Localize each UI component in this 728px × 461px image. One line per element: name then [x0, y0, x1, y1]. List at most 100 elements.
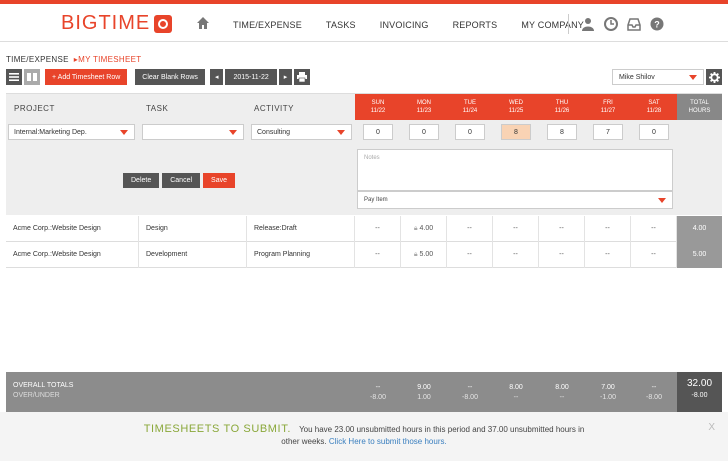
date-picker[interactable]: 2015-11-22: [225, 69, 277, 85]
hours-input-thu[interactable]: 8: [547, 124, 577, 140]
home-icon[interactable]: [196, 16, 210, 30]
row-hours-thu[interactable]: --: [539, 216, 585, 242]
gear-icon[interactable]: [706, 69, 722, 85]
total-value: --: [651, 384, 657, 391]
user-select-value: Mike Shilov: [619, 73, 655, 81]
table-row[interactable]: Acme Corp.:Website Design Design Release…: [6, 216, 722, 242]
svg-text:?: ?: [654, 20, 660, 30]
row-activity: Release:Draft: [247, 216, 355, 242]
total-fri: 7.00 -1.00: [585, 383, 631, 403]
header-project[interactable]: PROJECT: [14, 104, 55, 113]
row-project: Acme Corp.:Website Design: [6, 242, 139, 268]
project-select[interactable]: Internal:Marketing Dep.: [8, 124, 135, 140]
totals-label: OVERALL TOTALS OVER/UNDER: [13, 381, 73, 401]
nav-time-expense[interactable]: TIME/EXPENSE: [233, 20, 302, 30]
submit-heading: TIMESHEETS TO SUBMIT.: [143, 423, 291, 435]
hours-input-wed[interactable]: 8: [501, 124, 531, 140]
grid-view-icon[interactable]: [24, 69, 40, 85]
day-name: SAT: [648, 100, 660, 106]
submit-hours-link[interactable]: Click Here to submit those hours.: [329, 437, 447, 446]
total-value: 9.00: [417, 384, 431, 391]
day-date: 11/28: [646, 108, 662, 114]
task-select[interactable]: [142, 124, 244, 140]
day-name: SUN: [371, 100, 385, 106]
close-icon[interactable]: X: [708, 422, 715, 434]
row-hours-fri[interactable]: --: [585, 242, 631, 268]
project-select-value: Internal:Marketing Dep.: [14, 129, 87, 136]
notes-textarea[interactable]: Notes: [357, 149, 673, 191]
row-total: 4.00: [677, 216, 722, 242]
header-activity[interactable]: ACTIVITY: [254, 104, 294, 113]
header-task[interactable]: TASK: [146, 104, 168, 113]
delete-button[interactable]: Delete: [123, 173, 160, 188]
save-button[interactable]: Save: [203, 173, 235, 188]
user-icon[interactable]: [581, 17, 595, 31]
table-row[interactable]: Acme Corp.:Website Design Development Pr…: [6, 242, 722, 268]
pay-item-value: Pay Item: [364, 197, 388, 203]
timesheet-entry-row: Internal:Marketing Dep. Consulting 0 0 0…: [6, 120, 722, 215]
day-header-mon: MON 11/23: [401, 94, 447, 121]
logo-text: BIGTIME: [61, 12, 151, 34]
row-hours-mon[interactable]: 🔒︎ 4.00: [401, 216, 447, 242]
row-hours-sat[interactable]: --: [631, 242, 677, 268]
day-date: 11/27: [600, 108, 616, 114]
row-hours-mon[interactable]: 🔒︎ 5.00: [401, 242, 447, 268]
header-total-hours: TOTAL HOURS: [677, 94, 722, 121]
cancel-button[interactable]: Cancel: [162, 173, 201, 188]
over-under-value: -8.00: [462, 394, 478, 401]
add-timesheet-row-button[interactable]: + Add Timesheet Row: [45, 69, 128, 85]
total-value: 7.00: [601, 384, 615, 391]
nav-tasks[interactable]: TASKS: [326, 20, 356, 30]
clock-icon[interactable]: [604, 17, 618, 31]
over-under-value: -1.00: [600, 394, 616, 401]
chevron-down-icon: [120, 130, 128, 135]
row-hours-sun[interactable]: --: [355, 216, 401, 242]
inbox-icon[interactable]: [627, 17, 641, 31]
hours-input-tue[interactable]: 0: [455, 124, 485, 140]
clear-blank-rows-button[interactable]: Clear Blank Rows: [135, 69, 205, 85]
nav-reports[interactable]: REPORTS: [453, 20, 498, 30]
hours-input-sun[interactable]: 0: [363, 124, 393, 140]
hours-input-mon[interactable]: 0: [409, 124, 439, 140]
row-total: 5.00: [677, 242, 722, 268]
hours-input-sat[interactable]: 0: [639, 124, 669, 140]
pay-item-select[interactable]: Pay Item: [357, 191, 673, 209]
next-week-button[interactable]: ▸: [278, 69, 293, 85]
hours-input-fri[interactable]: 7: [593, 124, 623, 140]
overall-totals-bar: OVERALL TOTALS OVER/UNDER -- -8.00 9.00 1.…: [6, 372, 722, 412]
row-hours-sat[interactable]: --: [631, 216, 677, 242]
day-name: TUE: [464, 100, 476, 106]
row-hours-tue[interactable]: --: [447, 242, 493, 268]
activity-select[interactable]: Consulting: [251, 124, 352, 140]
row-hours-sun[interactable]: --: [355, 242, 401, 268]
grand-over-under-value: -8.00: [691, 392, 708, 399]
nav-invoicing[interactable]: INVOICING: [380, 20, 429, 30]
logo-badge-icon: [154, 14, 173, 33]
row-hours-thu[interactable]: --: [539, 242, 585, 268]
total-value: --: [467, 384, 473, 391]
entry-actions: Delete Cancel Save: [123, 173, 238, 188]
row-hours-wed[interactable]: --: [493, 216, 539, 242]
help-icon[interactable]: ?: [650, 17, 664, 31]
total-wed: 8.00 --: [493, 383, 539, 403]
over-under-value: -8.00: [370, 394, 386, 401]
prev-week-button[interactable]: ◂: [209, 69, 224, 85]
row-hours-mon-value: 5.00: [419, 251, 434, 258]
day-date: 11/23: [416, 108, 432, 114]
row-task: Design: [139, 216, 247, 242]
day-header-thu: THU 11/26: [539, 94, 585, 121]
row-hours-fri[interactable]: --: [585, 216, 631, 242]
nav-my-company[interactable]: MY COMPANY: [521, 20, 584, 30]
row-hours-tue[interactable]: --: [447, 216, 493, 242]
total-value: 8.00: [555, 384, 569, 391]
user-select[interactable]: Mike Shilov: [612, 69, 704, 85]
grand-total-value: 32.00: [686, 378, 713, 389]
total-value: 8.00: [509, 384, 523, 391]
row-hours-wed[interactable]: --: [493, 242, 539, 268]
bigtime-logo[interactable]: BIGTIME: [61, 12, 173, 35]
total-sun: -- -8.00: [355, 383, 401, 403]
total-sat: -- -8.00: [631, 383, 677, 403]
list-view-icon[interactable]: [6, 69, 22, 85]
breadcrumb-parent[interactable]: TIME/EXPENSE: [6, 55, 69, 64]
print-icon[interactable]: [294, 69, 311, 85]
